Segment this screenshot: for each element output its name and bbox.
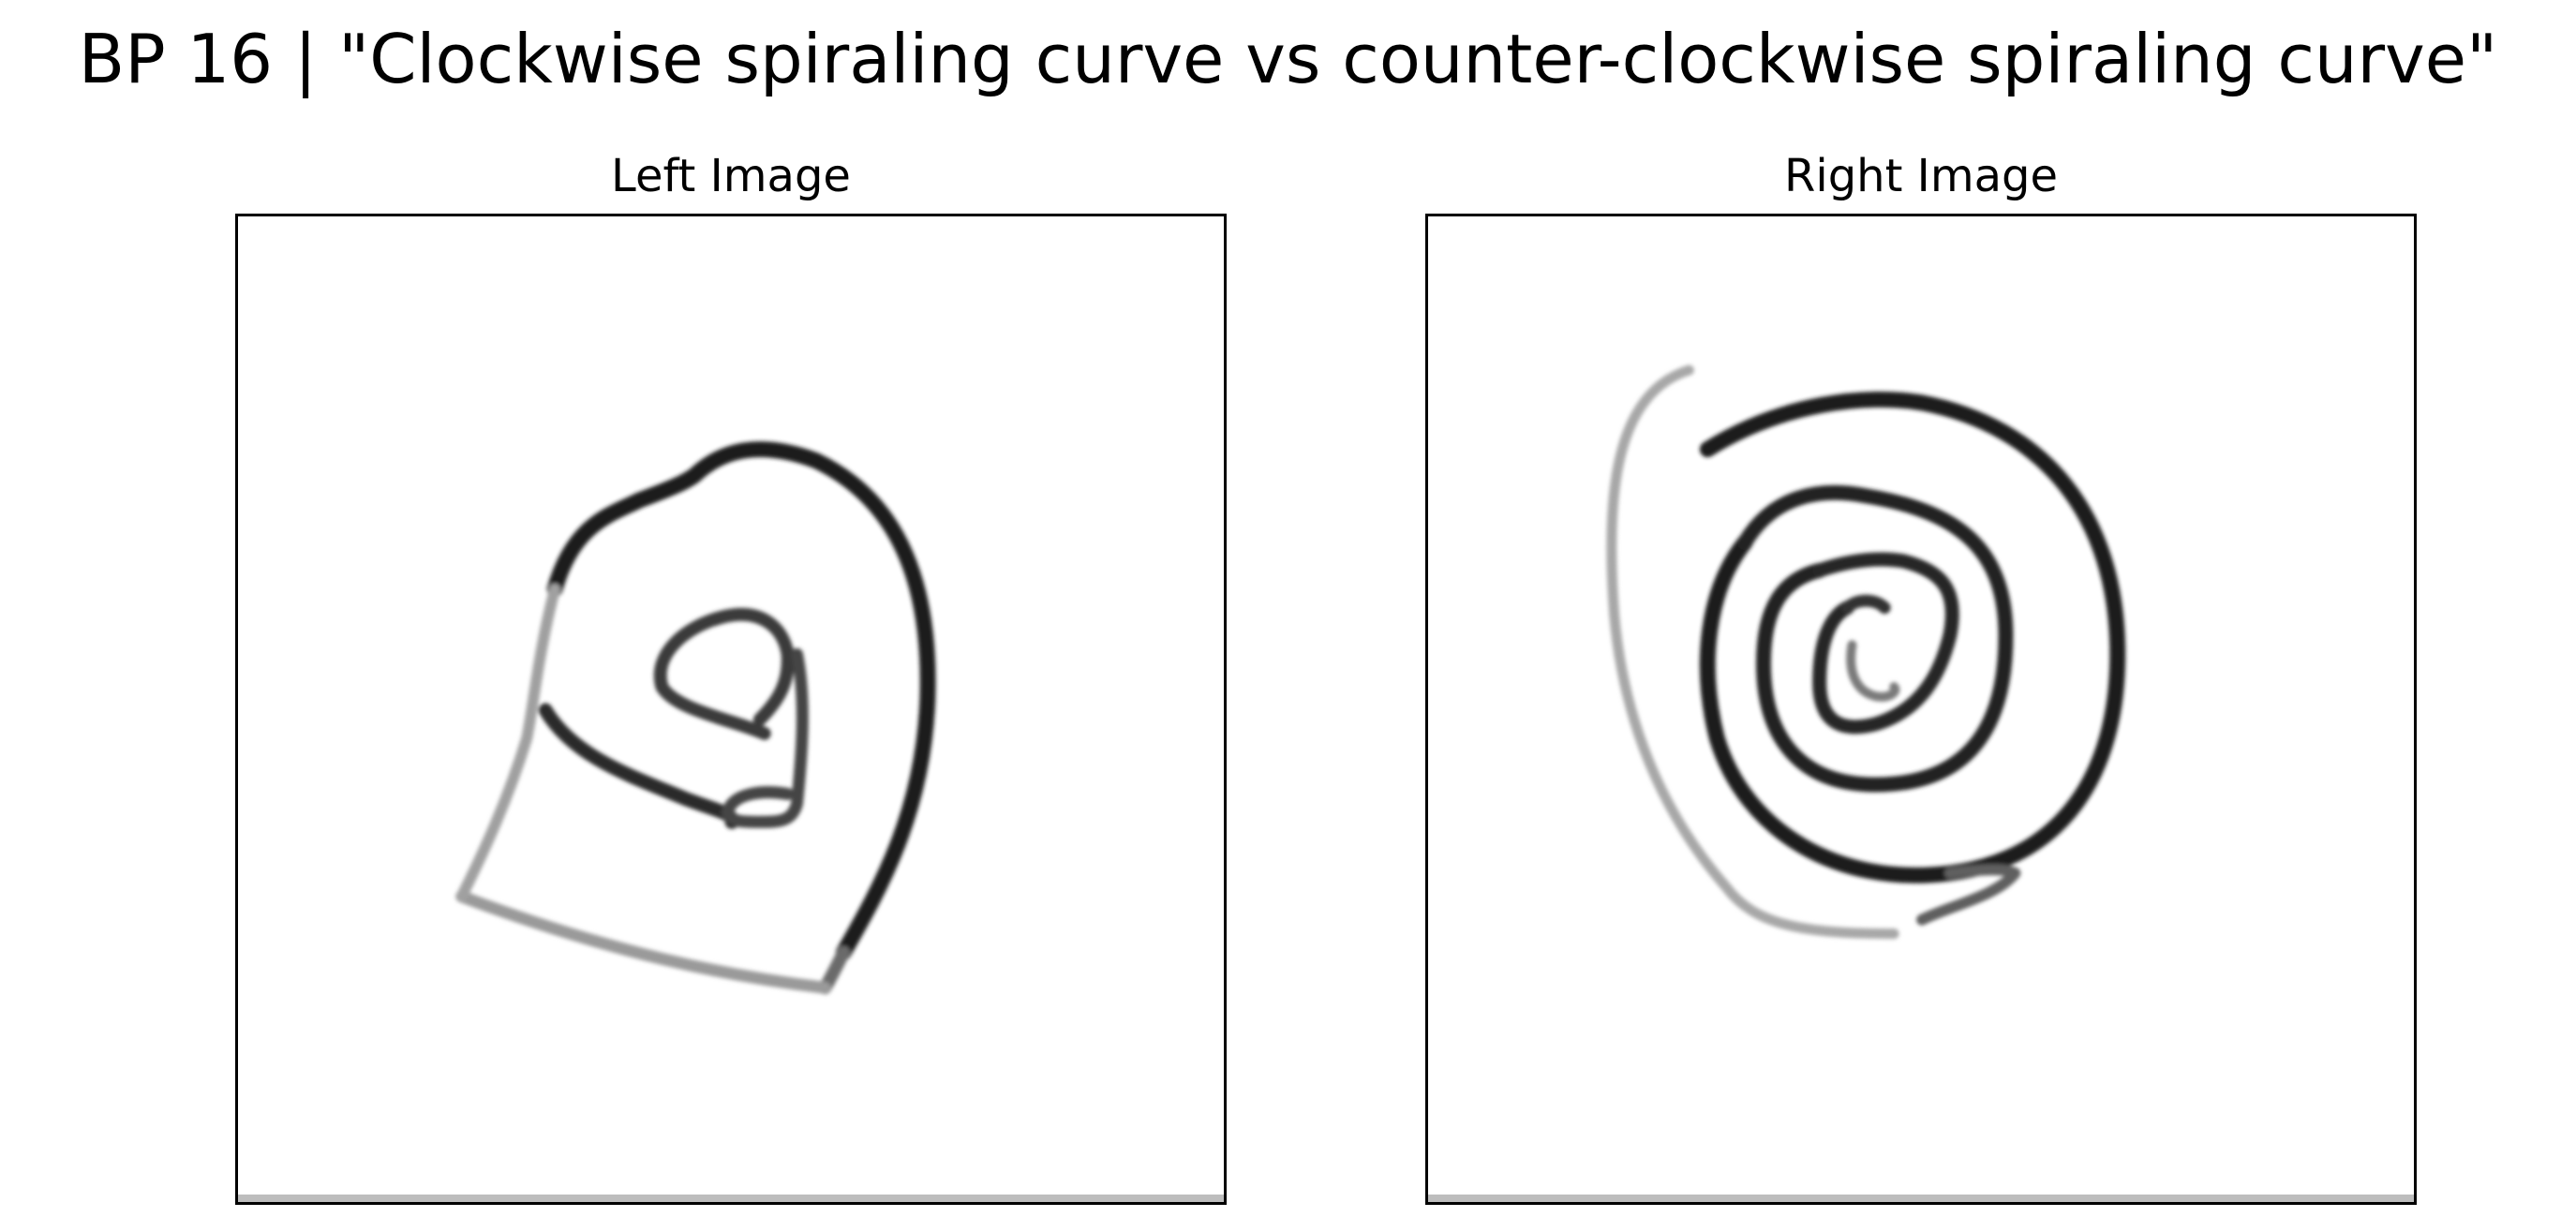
- center-hook-stroke: [1846, 640, 1900, 702]
- figure-title: BP 16 | "Clockwise spiraling curve vs co…: [78, 20, 2498, 98]
- outer-loop-stroke: [546, 441, 936, 960]
- left-panel-title: Left Image: [611, 150, 851, 202]
- inner-ring-stroke: [1812, 552, 1959, 735]
- right-panel-title: Right Image: [1784, 150, 2058, 202]
- right-image-panel: [1425, 214, 2417, 1205]
- left-panel-bottom-edge: [238, 1195, 1224, 1202]
- inner-loop-stroke: [653, 608, 795, 740]
- bottom-edge-stroke: [455, 890, 831, 994]
- inner-end-stroke: [1840, 594, 1891, 615]
- middle-ring-stroke: [1737, 484, 2014, 793]
- middle-curve-stroke: [538, 703, 739, 829]
- clockwise-spiral-drawing: [455, 441, 936, 995]
- left-edge-stroke: [455, 583, 561, 902]
- counter-clockwise-spiral-drawing: [1606, 364, 2126, 940]
- left-image-panel: [235, 214, 1227, 1205]
- right-panel-bottom-edge: [1428, 1195, 2414, 1202]
